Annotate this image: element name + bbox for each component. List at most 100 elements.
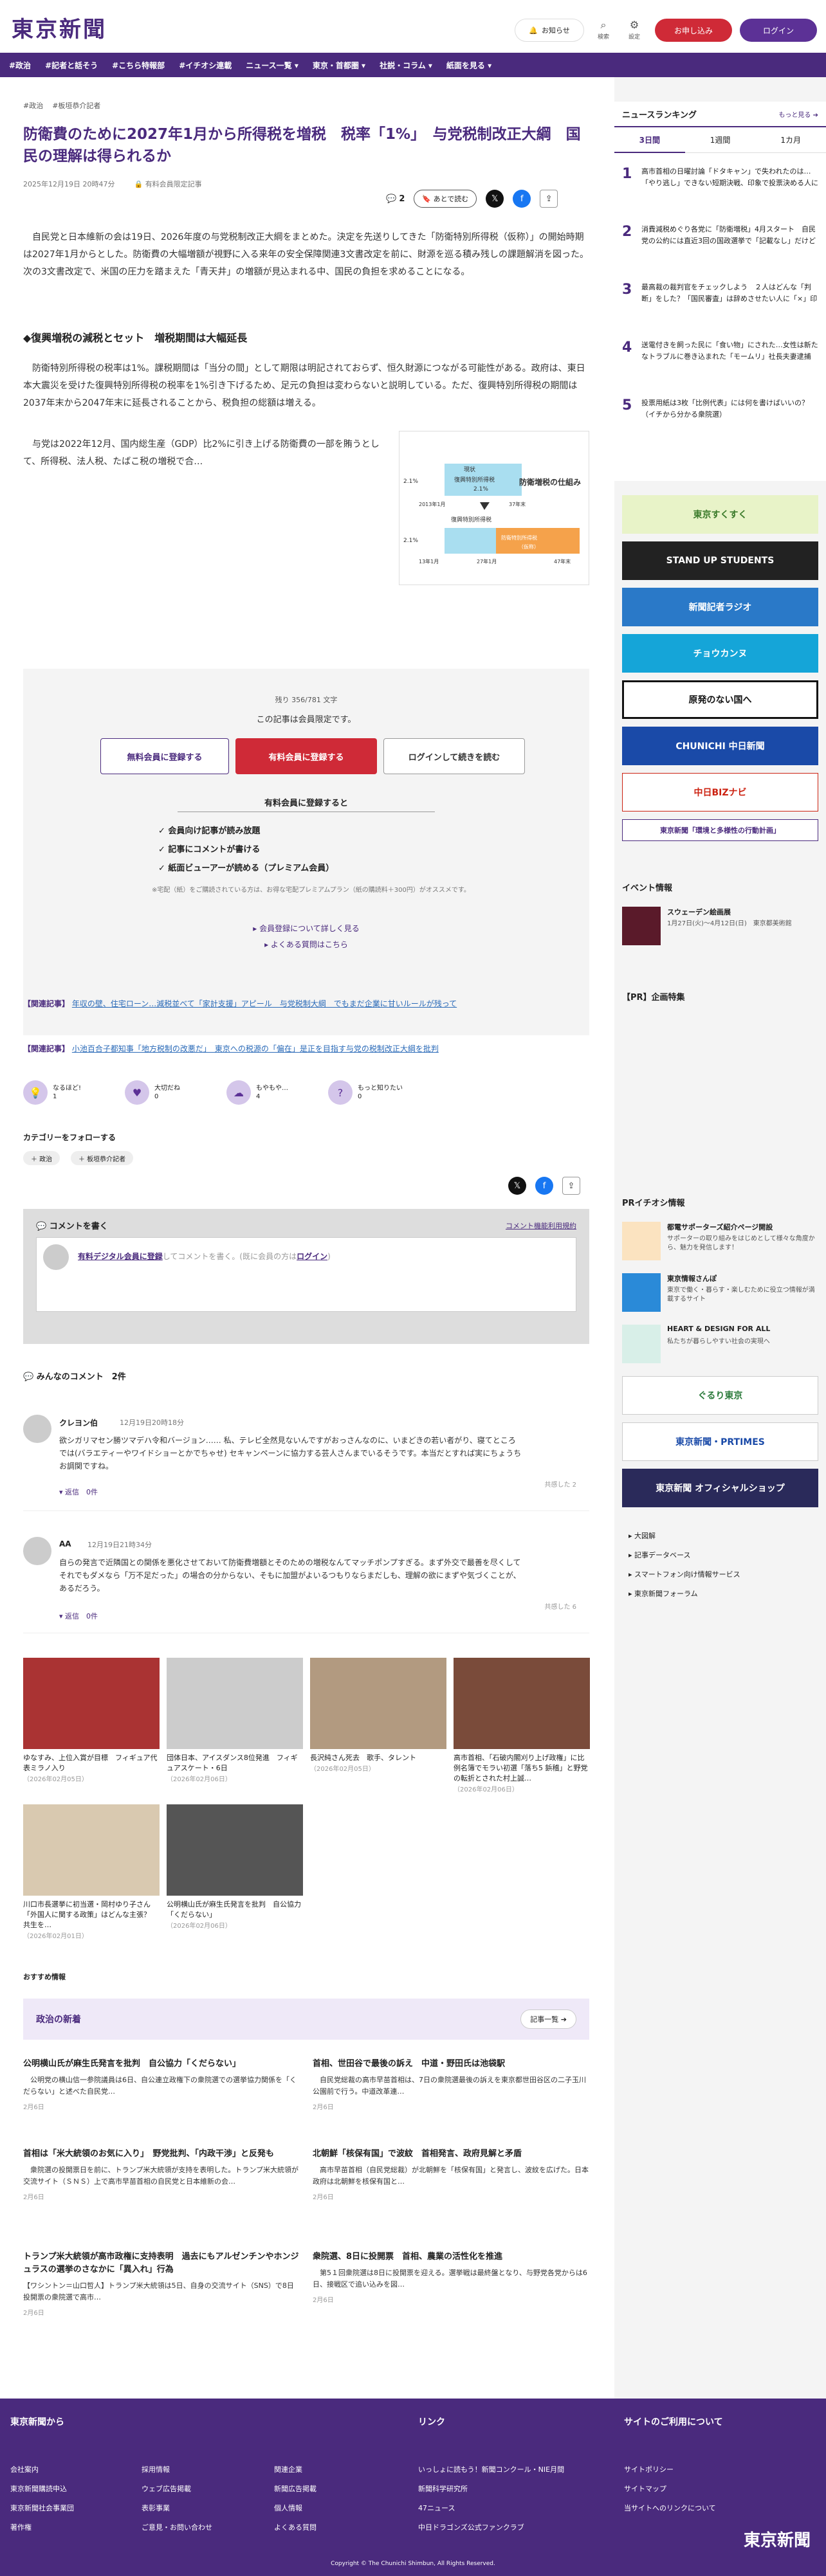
sidebar-link[interactable]: ▸ 大図解 <box>629 1530 656 1541</box>
tab-3days[interactable]: 3日間 <box>614 127 685 153</box>
nav-item[interactable]: #政治 <box>9 60 31 71</box>
follow-chip-seiji[interactable]: ＋ 政治 <box>23 1151 60 1165</box>
banner-genpatsu[interactable]: 原発のない国へ <box>622 680 818 719</box>
facebook-share-icon[interactable]: f <box>535 1177 553 1195</box>
banner-chokanu[interactable]: チョウカンヌ <box>622 634 818 673</box>
settings-button[interactable]: ⚙ 設定 <box>621 18 647 44</box>
pr-item[interactable]: 都電サポーターズ紹介ページ開設 サポーターの取り組みをはじめとして様々な角度から、… <box>622 1222 818 1260</box>
news-item[interactable]: 公明横山氏が麻生氏発言を批判 自公協力「くだらない」 公明党の横山信一参院議員は… <box>23 2058 300 2111</box>
footer-link[interactable]: 中日ドラゴンズ公式ファンクラブ <box>418 2522 524 2532</box>
follow-chip-reporter[interactable]: ＋ 板垣恭介記者 <box>71 1151 134 1165</box>
member-info-link[interactable]: ▸ 会員登録について詳しく見る <box>23 923 589 934</box>
reaction-motto[interactable]: ? もっと知りたい 0 <box>328 1080 418 1105</box>
news-item[interactable]: 衆院選、8日に投開票 首相、農業の活性化を推進 第5１回衆院選は8日に投開票を迎… <box>313 2251 589 2304</box>
comment-count[interactable]: 💬 2 <box>386 194 405 204</box>
footer-link[interactable]: サイトマップ <box>624 2483 666 2494</box>
register-link[interactable]: 有料デジタル会員に登録 <box>78 1252 163 1261</box>
footer-link[interactable]: 新聞広告掲載 <box>274 2483 317 2494</box>
reply-toggle[interactable]: ▾ 返信 0件 <box>59 1487 98 1497</box>
news-item[interactable]: 首相は「米大統領のお気に入り」 野党批判、「内政干渉」と反発も 衆院選の投開票日… <box>23 2148 300 2201</box>
faq-link[interactable]: ▸ よくある質問はこちら <box>23 939 589 950</box>
nav-item[interactable]: 紙面を見る ▾ <box>446 60 491 71</box>
related-link[interactable]: 小池百合子都知事「地方税制の改悪だ」 東京への税源の「偏在」是正を目指す与党の税… <box>72 1044 439 1053</box>
login-button[interactable]: ログイン <box>740 19 817 42</box>
footer-link[interactable]: 表彰事業 <box>142 2503 170 2513</box>
footer-link[interactable]: 47ニュース <box>418 2503 455 2513</box>
subscribe-button[interactable]: お申し込み <box>655 19 732 42</box>
pr-item[interactable]: HEART & DESIGN FOR ALL 私たちが暮らしやすい社会の実現へ <box>622 1325 818 1363</box>
nav-item[interactable]: #こちら特報部 <box>112 60 165 71</box>
footer-link[interactable]: サイトポリシー <box>624 2464 674 2474</box>
sidebar-link[interactable]: ▸ 記事データベース <box>629 1550 690 1560</box>
event-item[interactable]: スウェーデン絵画展 1月27日(火)〜4月12日(日) 東京都美術館 <box>622 907 818 945</box>
pr-item[interactable]: 東京情報さんぽ 東京で働く・暮らす・楽しむために役立つ情報が満載するサイト <box>622 1273 818 1312</box>
news-item[interactable]: 首相、世田谷で最後の訴え 中道・野田氏は池袋駅 自民党総裁の高市早苗首相は、7日… <box>313 2058 589 2111</box>
tag-link[interactable]: #板垣恭介記者 <box>52 100 100 111</box>
banner-stand-up[interactable]: STAND UP STUDENTS <box>622 541 818 580</box>
reaction-taisetsu[interactable]: ♥ 大切だね 0 <box>125 1080 215 1105</box>
x-share-icon[interactable]: 𝕏 <box>508 1177 526 1195</box>
footer-link[interactable]: 採用情報 <box>142 2464 170 2474</box>
banner-prtimes[interactable]: 東京新聞・PRTIMES <box>622 1422 818 1461</box>
paid-register-button[interactable]: 有料会員に登録する <box>235 738 377 774</box>
nav-item[interactable]: #イチオシ連載 <box>179 60 232 71</box>
save-later-button[interactable]: 🔖 あとで読む <box>414 190 477 208</box>
related-link[interactable]: 年収の壁、住宅ローン…減税並べて「家計支援」アピール 与党税制大綱 でもまだ企業… <box>72 999 457 1008</box>
tab-1month[interactable]: 1カ月 <box>755 127 826 153</box>
login-continue-button[interactable]: ログインして続きを読む <box>383 738 525 774</box>
comment-input[interactable]: 有料デジタル会員に登録してコメントを書く。(既に会員の方はログイン) <box>36 1237 576 1312</box>
search-button[interactable]: ⌕ 検索 <box>591 18 616 44</box>
nav-item[interactable]: #記者と話そう <box>45 60 98 71</box>
notice-button[interactable]: 🔔 お知らせ <box>515 19 584 42</box>
footer-logo[interactable]: 東京新聞 <box>744 2527 811 2551</box>
tag-link[interactable]: #政治 <box>23 100 43 111</box>
footer-link[interactable]: 新聞科学研究所 <box>418 2483 468 2494</box>
nav-item[interactable]: 東京・首都圏 ▾ <box>313 60 365 71</box>
photo-card[interactable]: 公明横山氏が麻生氏発言を批判 自公協力「くだらない」 （2026年02月06日） <box>167 1804 303 1930</box>
reaction-moyamoya[interactable]: ☁ もやもや… 4 <box>226 1080 317 1105</box>
photo-card[interactable]: 長沢純さん死去 歌手、タレント （2026年02月05日） <box>310 1658 446 1773</box>
footer-link[interactable]: ご意見・お問い合わせ <box>142 2522 212 2532</box>
banner-shop[interactable]: 東京新聞 オフィシャルショップ <box>622 1469 818 1507</box>
photo-card[interactable]: 団体日本、アイスダンス8位発進 フィギュアスケート・6日 （2026年02月06… <box>167 1658 303 1783</box>
free-register-button[interactable]: 無料会員に登録する <box>100 738 229 774</box>
comment-rules-link[interactable]: コメント機能利用規約 <box>506 1220 576 1231</box>
footer-link[interactable]: 当サイトへのリンクについて <box>624 2503 716 2513</box>
reaction-naruhodo[interactable]: 💡 なるほど! 1 <box>23 1080 113 1105</box>
footer-link[interactable]: いっしょに読もう！新聞コンクール・NIE月間 <box>418 2464 564 2474</box>
banner-radio[interactable]: 新聞記者ラジオ <box>622 588 818 626</box>
article-list-button[interactable]: 記事一覧 ➔ <box>520 2009 576 2029</box>
footer-link[interactable]: ウェブ広告掲載 <box>142 2483 191 2494</box>
ranking-more-link[interactable]: もっと見る ➔ <box>778 109 818 119</box>
facebook-share-icon[interactable]: f <box>513 190 531 208</box>
footer-link[interactable]: 東京新聞購読申込 <box>10 2483 67 2494</box>
banner-chunichi[interactable]: CHUNICHI 中日新聞 <box>622 727 818 765</box>
footer-link[interactable]: 関連企業 <box>274 2464 302 2474</box>
banner-biz-navi[interactable]: 中日BIZナビ <box>622 773 818 812</box>
login-link[interactable]: ログイン <box>297 1252 327 1261</box>
footer-link[interactable]: 著作権 <box>10 2522 32 2532</box>
sidebar-link[interactable]: ▸ スマートフォン向け情報サービス <box>629 1569 740 1579</box>
footer-link[interactable]: 個人情報 <box>274 2503 302 2513</box>
sidebar-link[interactable]: ▸ 東京新聞フォーラム <box>629 1588 698 1599</box>
tab-1week[interactable]: 1週間 <box>684 127 756 153</box>
site-logo[interactable]: 東京新聞 <box>12 17 107 42</box>
banner-sdgs[interactable]: 東京新聞「環境と多様性の行動計画」 <box>622 819 818 841</box>
share-icon[interactable]: ⇪ <box>540 190 558 208</box>
footer-link[interactable]: 東京新聞社会事業団 <box>10 2503 74 2513</box>
agree-button[interactable]: 共感した 6 <box>544 1601 576 1611</box>
x-share-icon[interactable]: 𝕏 <box>486 190 504 208</box>
footer-link[interactable]: よくある質問 <box>274 2522 317 2532</box>
photo-card[interactable]: ゆなすみ、上位入賞が目標 フィギュア代表ミラノ入り （2026年02月05日） <box>23 1658 160 1783</box>
agree-button[interactable]: 共感した 2 <box>544 1479 576 1489</box>
photo-card[interactable]: 川口市長選挙に初当選・岡村ゆり子さん「外国人に関する政策」はどんな主張？ 共生を… <box>23 1804 160 1940</box>
reply-toggle[interactable]: ▾ 返信 0件 <box>59 1611 98 1621</box>
article-figure[interactable]: 現状 復興特別所得税 2.1% 復興特別所得税 防衛特別所得税 （仮称） 2.1… <box>399 431 589 585</box>
share-icon[interactable]: ⇪ <box>562 1177 580 1195</box>
photo-card[interactable]: 高市首相、「石破内閣刈り上げ政権」に比例名簿でモラい初選「落ち5 鋲稽」と野党の… <box>454 1658 590 1793</box>
footer-link[interactable]: 会社案内 <box>10 2464 39 2474</box>
nav-item[interactable]: ニュース一覧 ▾ <box>246 60 298 71</box>
news-item[interactable]: トランプ米大統領が高市政権に支持表明 過去にもアルゼンチンやホンジュラスの選挙の… <box>23 2251 300 2317</box>
banner-gururi[interactable]: ぐるり東京 <box>622 1376 818 1415</box>
banner-sukusuku[interactable]: 東京すくすく <box>622 495 818 534</box>
